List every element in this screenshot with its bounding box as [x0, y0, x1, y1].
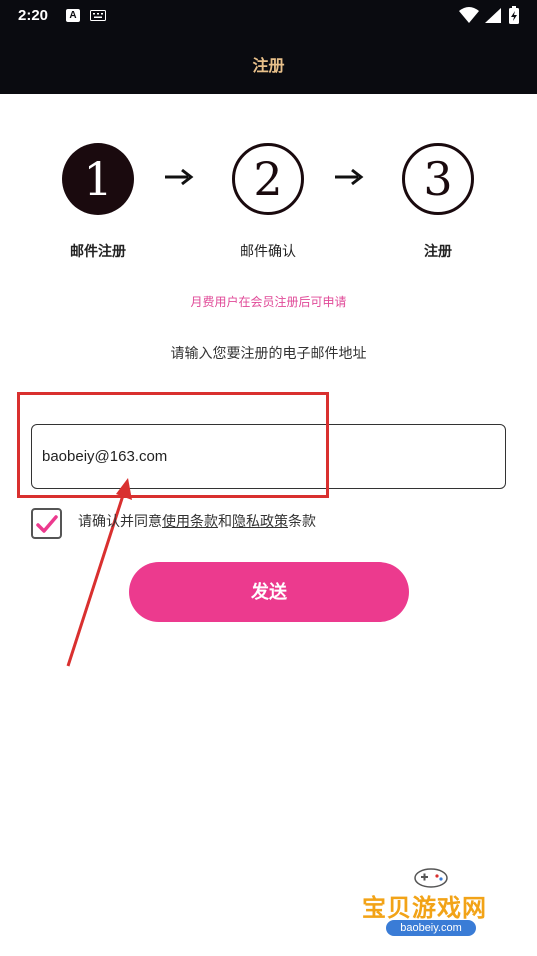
- app-notification-icon: A: [66, 9, 80, 22]
- watermark-url: baobeiy.com: [386, 920, 476, 936]
- step-1-number: 1: [83, 152, 113, 206]
- step-1-circle: 1: [62, 143, 134, 215]
- terms-joiner: 和: [218, 514, 232, 530]
- arrow-right-icon: [165, 168, 194, 186]
- status-bar: 2:20 A: [0, 0, 537, 32]
- wifi-icon: [459, 7, 479, 23]
- step-2-number: 2: [253, 152, 283, 206]
- privacy-policy-link[interactable]: 隐私政策: [232, 514, 288, 530]
- signal-icon: [485, 8, 501, 23]
- annotation-arrow-icon: [66, 478, 132, 667]
- arrow-right-icon: [335, 168, 364, 186]
- page-title: 注册: [252, 56, 285, 75]
- gamepad-icon: [414, 868, 448, 888]
- status-icons: [459, 6, 519, 24]
- terms-prefix: 请确认并同意: [78, 514, 162, 530]
- watermark-logo: 宝贝游戏网 baobeiy.com: [360, 866, 500, 950]
- app-header: 注册: [0, 32, 537, 94]
- email-instruction: 请输入您要注册的电子邮件地址: [170, 346, 367, 362]
- watermark-title: 宝贝游戏网: [362, 894, 487, 922]
- step-3-label: 注册: [424, 244, 452, 260]
- send-button[interactable]: 发送: [129, 562, 409, 622]
- step-2-label: 邮件确认: [240, 244, 296, 260]
- step-3-number: 3: [423, 152, 453, 206]
- terms-of-use-link[interactable]: 使用条款: [162, 514, 218, 530]
- status-time: 2:20: [18, 7, 49, 24]
- checkmark-icon: [36, 515, 58, 533]
- terms-text: 请确认并同意使用条款和隐私政策条款: [78, 511, 316, 531]
- member-notice: 月费用户在会员注册后可申请: [190, 295, 347, 309]
- step-2-circle: 2: [232, 143, 304, 215]
- keyboard-icon: [90, 10, 106, 21]
- step-1-label: 邮件注册: [70, 244, 126, 260]
- terms-suffix: 条款: [288, 514, 316, 530]
- battery-icon: [509, 6, 519, 24]
- step-3-circle: 3: [402, 143, 474, 215]
- terms-checkbox[interactable]: [31, 508, 62, 539]
